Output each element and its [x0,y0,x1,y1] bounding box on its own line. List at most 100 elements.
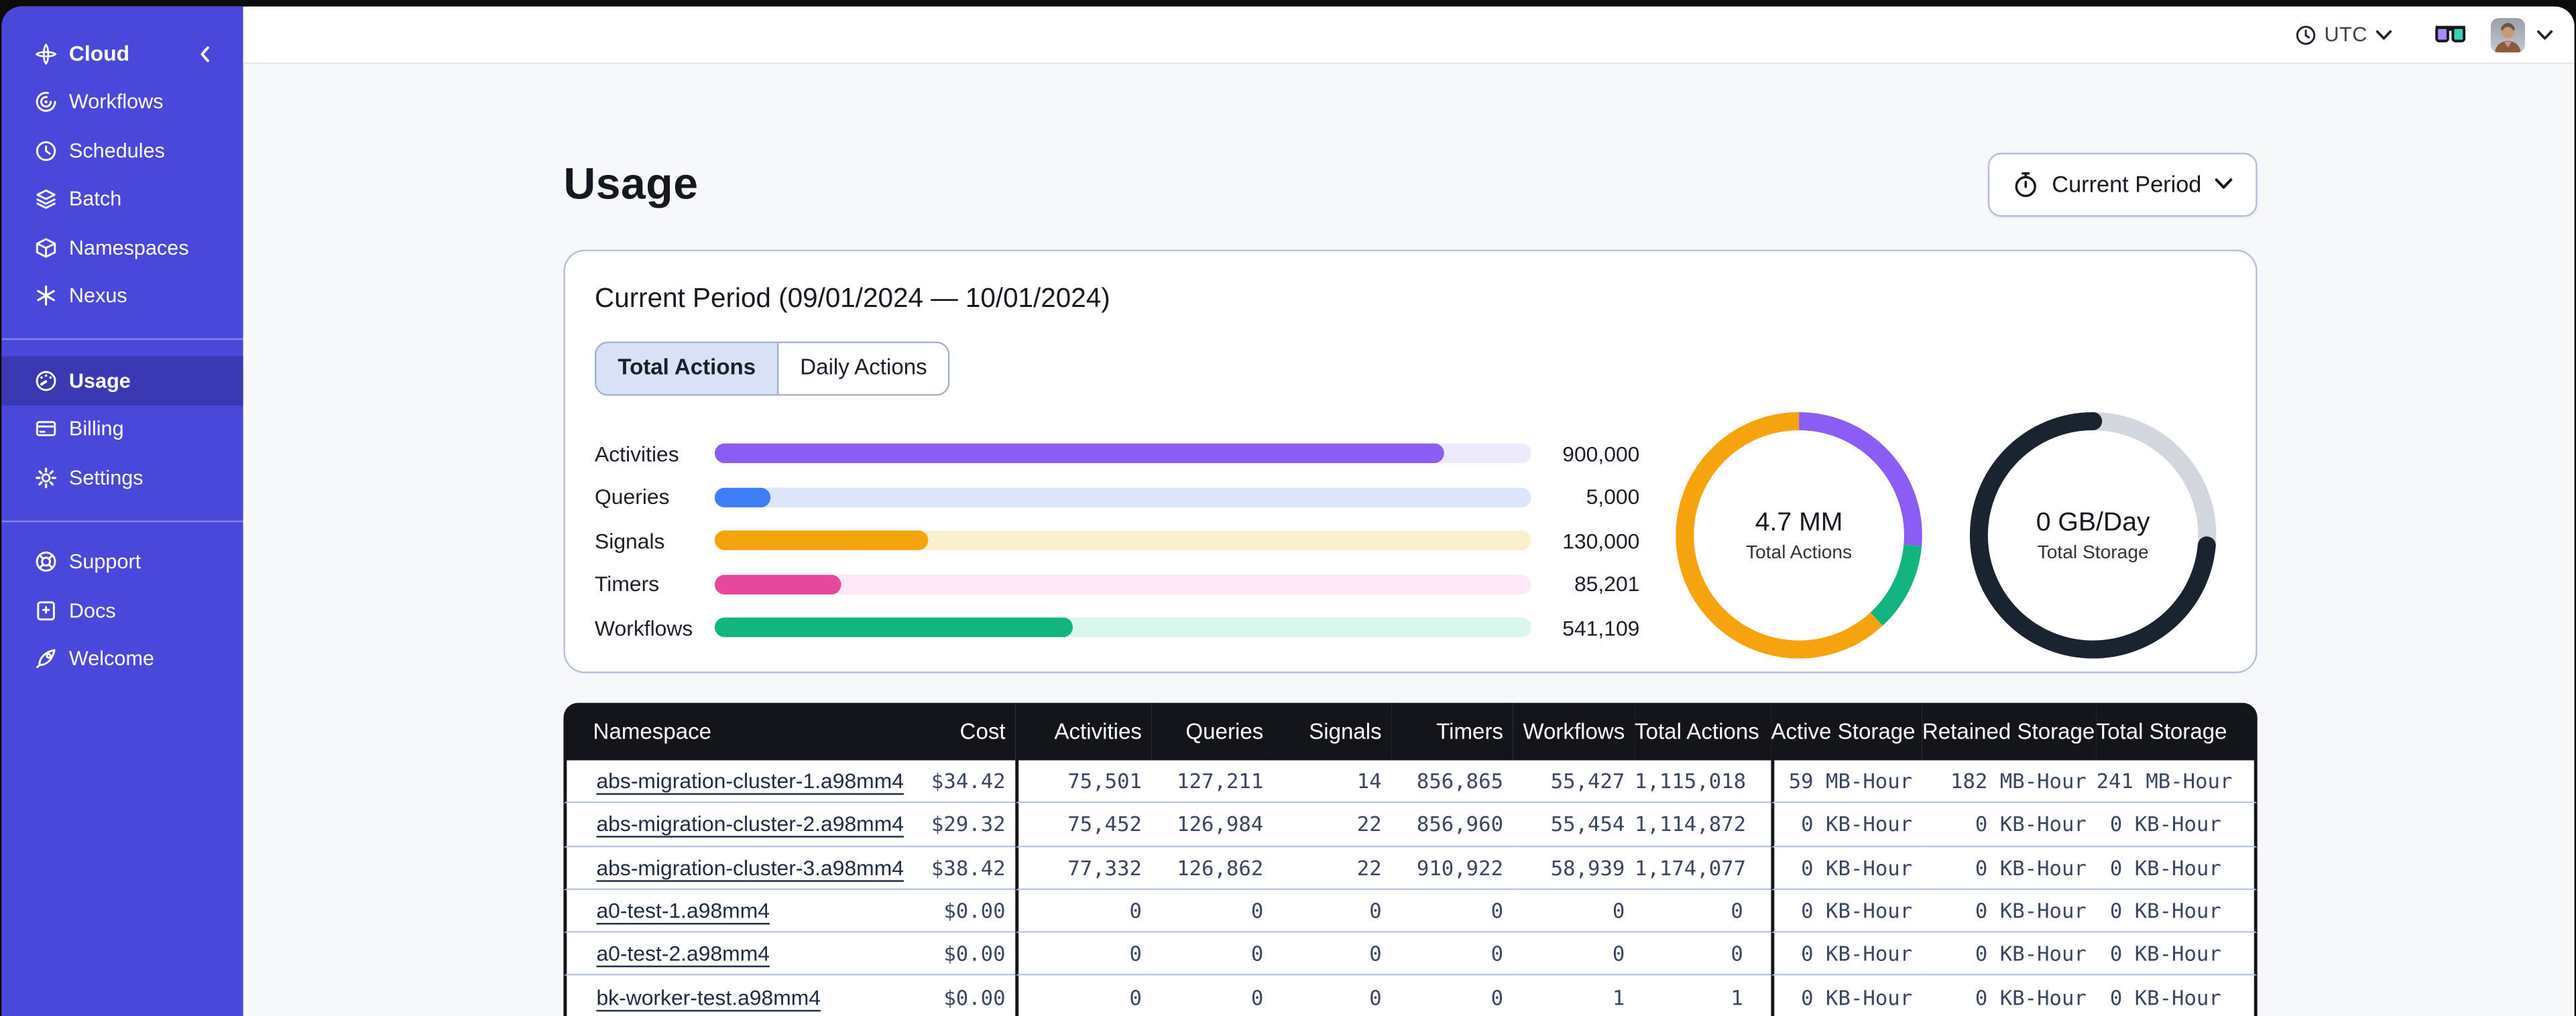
namespace-link[interactable]: abs-migration-cluster-1.a98mm4 [596,769,904,793]
value-cell: 0 [1391,933,1513,976]
namespace-cell: a0-test-2.a98mm4 [563,933,876,976]
tab-total-actions[interactable]: Total Actions [596,343,777,395]
bar-value: 130,000 [1562,528,1640,554]
bar-fill [714,617,1073,638]
sidebar-item-label: Support [68,550,141,574]
namespace-usage-table: Namespace Cost Activities Queries Signals Tim… [563,702,2258,1016]
sidebar-item-label: Welcome [68,647,155,671]
table-row: a0-test-1.a98mm4 $0.00 0 0 0 0 0 0 0 KB-Hour 0 KB… [563,889,2258,934]
sidebar-item-usage[interactable]: Usage [1,356,243,405]
sidebar-item-billing[interactable]: Billing [1,405,243,453]
usage-bar-row: Workflows 541,109 [595,606,1639,649]
collapse-sidebar-icon[interactable] [194,42,217,65]
value-cell: 14 [1273,760,1392,804]
sidebar-item-nexus[interactable]: Nexus [1,272,243,320]
feedback-glasses-button[interactable] [2435,25,2466,44]
value-cell: 0 KB-Hour [1922,846,2097,890]
chevron-down-icon [2215,178,2233,189]
value-cell: 0 [1273,933,1392,976]
value-cell: 0 KB-Hour [1922,803,2097,847]
sidebar-item-label: Billing [68,417,124,441]
value-cell: 1 [1513,976,1635,1016]
billing-icon [36,421,56,437]
sidebar-item-support[interactable]: Support [1,537,243,586]
schedules-icon [36,141,56,161]
usage-bar-chart: Activities 900,000 Queries 5,000 Signals 130,… [595,432,1639,649]
table-row: abs-migration-cluster-2.a98mm4 $29.32 75,4… [563,803,2258,847]
sidebar-item-namespaces[interactable]: Namespaces [1,223,243,271]
namespace-cell: abs-migration-cluster-1.a98mm4 [563,760,904,804]
table-header-row: Namespace Cost Activities Queries Signals Tim… [563,702,2258,761]
tab-daily-actions[interactable]: Daily Actions [776,343,949,395]
value-cell: 0 [1151,889,1273,934]
sidebar-item-label: Batch [68,187,122,211]
period-selector-label: Current Period [2052,170,2202,198]
namespace-cell: abs-migration-cluster-3.a98mm4 [563,846,904,890]
sidebar-divider [1,519,243,521]
sidebar-item-docs[interactable]: Docs [1,586,243,635]
namespace-link[interactable]: abs-migration-cluster-3.a98mm4 [596,855,904,880]
sidebar-item-cloud[interactable]: Cloud [1,29,243,78]
timezone-label: UTC [2324,23,2367,46]
value-cell: 55,427 [1513,760,1635,804]
namespace-link[interactable]: bk-worker-test.a98mm4 [596,985,821,1009]
value-cell: 241 MB-Hour [2096,760,2258,804]
sidebar-item-label: Namespaces [68,236,189,259]
bar-category-label: Workflows [595,615,693,641]
sidebar-item-workflows[interactable]: Workflows [1,78,243,126]
column-header-total-actions: Total Actions [1635,702,1771,761]
column-header-workflows: Workflows [1513,702,1635,761]
sidebar-item-label: Cloud [68,41,130,66]
sidebar-item-settings[interactable]: Settings [1,453,243,501]
namespace-link[interactable]: a0-test-1.a98mm4 [596,898,770,923]
namespace-link[interactable]: abs-migration-cluster-2.a98mm4 [596,812,904,837]
value-cell: 77,332 [1015,846,1152,890]
column-header-activities: Activities [1015,702,1152,761]
sidebar-item-welcome[interactable]: Welcome [1,635,243,683]
app-window: Cloud Workflows Schedules Batch Namespac… [1,6,2575,1016]
value-cell: 0 KB-Hour [1771,889,1922,934]
donut-label: Total Storage [2037,542,2149,563]
value-cell: 127,211 [1151,760,1273,804]
namespace-cell: abs-migration-cluster-2.a98mm4 [563,803,904,847]
user-avatar[interactable] [2490,17,2526,52]
bar-track [714,574,1531,594]
sidebar-item-batch[interactable]: Batch [1,175,243,223]
value-cell: $0.00 [876,889,1016,934]
value-cell: 0 [1151,933,1273,976]
column-header-cost: Cost [876,702,1016,761]
sidebar-item-label: Workflows [68,90,164,114]
page-title: Usage [563,158,699,208]
avatar-image [2490,17,2526,52]
value-cell: 1,115,018 [1635,760,1771,804]
value-cell: 0 KB-Hour [2096,846,2258,890]
usage-bar-row: Queries 5,000 [595,475,1639,519]
namespace-cell: bk-worker-test.a98mm4 [563,976,876,1016]
value-cell: 126,862 [1151,846,1273,890]
value-cell: 22 [1273,803,1392,847]
table-row: bk-worker-test.a98mm4 $0.00 0 0 0 0 1 1 0 KB-Hou… [563,976,2258,1016]
sidebar-item-schedules[interactable]: Schedules [1,127,243,175]
actions-tabs: Total Actions Daily Actions [595,341,951,396]
value-cell: 0 KB-Hour [2096,933,2258,976]
timezone-selector[interactable]: UTC [2294,23,2392,46]
bar-value: 900,000 [1562,441,1640,466]
value-cell: $0.00 [876,933,1016,976]
settings-icon [36,466,57,488]
column-header-retained-storage: Retained Storage [1922,702,2097,761]
period-selector-button[interactable]: Current Period [1987,151,2258,216]
value-cell: 0 [1015,889,1152,934]
user-menu-button[interactable] [2536,29,2553,40]
value-cell: 0 KB-Hour [1771,846,1922,890]
sidebar-item-label: Settings [68,466,143,489]
sidebar-item-label: Nexus [68,284,127,308]
namespace-link[interactable]: a0-test-2.a98mm4 [596,942,770,966]
stopwatch-icon [2015,171,2036,196]
namespace-cell: a0-test-1.a98mm4 [563,889,876,934]
column-header-active-storage: Active Storage [1771,702,1922,761]
value-cell: 0 [1513,889,1635,934]
bar-fill [714,574,841,594]
bar-track [714,487,1531,507]
usage-bar-row: Signals 130,000 [595,519,1639,562]
value-cell: 856,960 [1391,803,1513,847]
